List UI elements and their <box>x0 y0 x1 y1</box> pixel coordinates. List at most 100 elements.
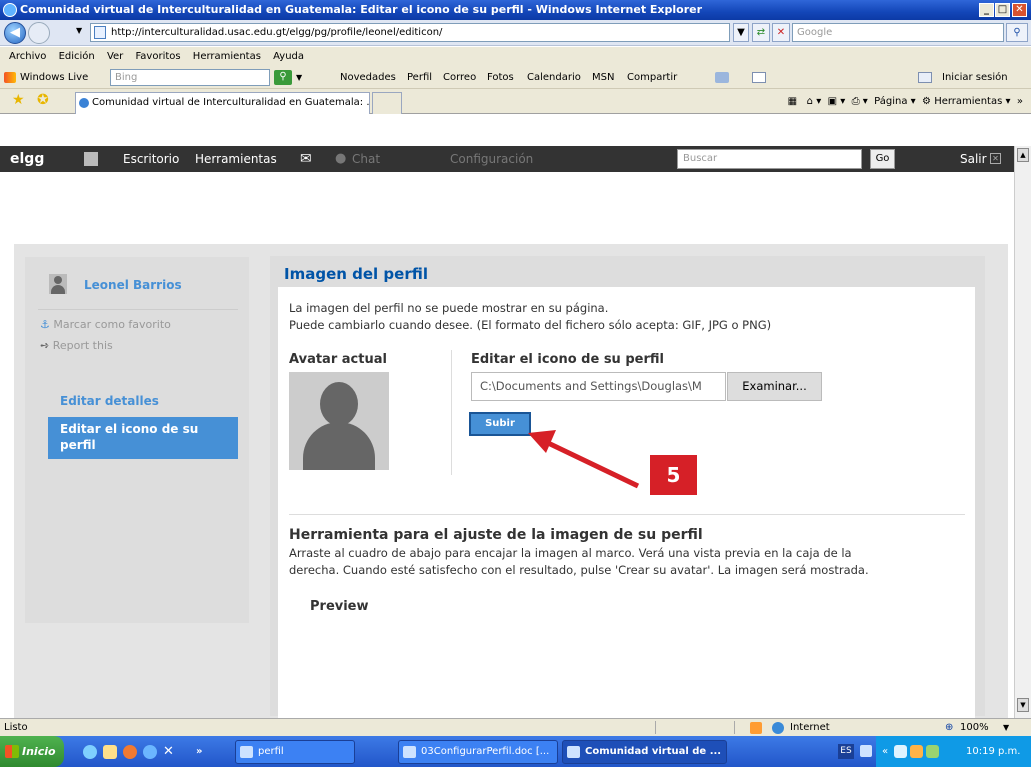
page-content: Leonel Barrios ⚓ Marcar como favorito ➺ … <box>0 172 1014 720</box>
tray-security-icon[interactable] <box>926 745 939 758</box>
menu-ayuda[interactable]: Ayuda <box>273 51 304 62</box>
status-bar: Listo Internet ⊕ 100% ▼ <box>0 718 1031 736</box>
windows-live-label[interactable]: Windows Live <box>20 66 88 89</box>
menu-edicion[interactable]: Edición <box>59 51 95 62</box>
quicklaunch-ie-icon[interactable] <box>83 745 97 759</box>
stop-icon[interactable]: ✕ <box>772 23 790 42</box>
clock: 10:19 p.m. <box>966 746 1021 757</box>
sidebar-item-edit-details[interactable]: Editar detalles <box>60 394 159 408</box>
nav-configuracion[interactable]: Configuración <box>450 146 533 172</box>
back-icon[interactable]: ◀ <box>4 22 26 44</box>
quicklaunch-media-icon[interactable] <box>123 745 137 759</box>
elgg-topbar: elgg Escritorio Herramientas ✉ ● Chat Co… <box>0 146 1014 172</box>
file-path-input[interactable]: C:\Documents and Settings\Douglas\M <box>471 372 726 401</box>
new-tab-button[interactable] <box>372 92 402 114</box>
network-icon[interactable] <box>894 745 907 758</box>
command-bar: ▦ ⌂ ▾ ▣ ▾ ⎙ ▾ Página ▾ ⚙ Herramientas ▾ … <box>787 96 1023 107</box>
window-title-bar: Comunidad virtual de Interculturalidad e… <box>0 0 1031 20</box>
logout-link[interactable]: Salir <box>960 146 987 172</box>
maximize-button[interactable]: □ <box>995 3 1010 17</box>
bing-search-input[interactable]: Bing <box>110 69 270 86</box>
wl-link-perfil[interactable]: Perfil <box>407 66 432 89</box>
zoom-icon[interactable]: ⊕ <box>945 719 953 736</box>
printer-tray-icon[interactable] <box>860 745 872 757</box>
browse-button[interactable]: Examinar... <box>727 372 822 401</box>
feeds-icon[interactable]: ▣ <box>828 96 837 107</box>
internet-zone-icon <box>772 722 784 734</box>
owner-avatar[interactable] <box>49 274 67 294</box>
taskbar-doc[interactable]: 03ConfigurarPerfil.doc [... <box>398 740 558 764</box>
vertical-scrollbar[interactable]: ▲ ▼ <box>1014 146 1031 718</box>
logout-icon[interactable]: ✕ <box>990 153 1001 164</box>
scroll-down-icon[interactable]: ▼ <box>1017 698 1029 712</box>
wl-link-novedades[interactable]: Novedades <box>340 66 396 89</box>
favorites-star-icon[interactable]: ★ <box>12 92 25 108</box>
web-search-input[interactable]: Google <box>792 23 1004 42</box>
tab-active[interactable]: Comunidad virtual de Interculturalidad e… <box>75 92 370 114</box>
url-input[interactable]: http://interculturalidad.usac.edu.gt/elg… <box>90 23 730 42</box>
people-icon[interactable] <box>715 72 729 83</box>
info-line-1: La imagen del perfil no se puede mostrar… <box>289 301 609 315</box>
tray-alert-icon[interactable] <box>910 745 923 758</box>
crop-tool-line-2: derecha. Cuando esté satisfecho con el r… <box>289 563 869 577</box>
taskbar-folder-perfil[interactable]: perfil <box>235 740 355 764</box>
quicklaunch-desktop-icon[interactable] <box>103 745 117 759</box>
search-icon[interactable]: ⚲ <box>1006 23 1028 42</box>
quick-tabs-icon[interactable]: ▦ <box>788 96 797 107</box>
messages-icon[interactable]: ✉ <box>300 146 312 172</box>
crop-tool-heading: Herramienta para el ajuste de la imagen … <box>289 527 703 543</box>
go-button[interactable]: Go <box>870 149 895 169</box>
home-icon[interactable]: ⌂ <box>807 96 813 107</box>
signin-icon <box>918 72 932 83</box>
annotation-arrow <box>528 430 640 489</box>
forward-icon[interactable] <box>28 22 50 44</box>
system-tray: « 10:19 p.m. <box>876 736 1031 767</box>
edit-icon-heading: Editar el icono de su perfil <box>471 352 664 367</box>
nav-escritorio[interactable]: Escritorio <box>123 146 179 172</box>
status-panels <box>655 721 735 734</box>
wl-link-calendario[interactable]: Calendario <box>527 66 581 89</box>
wl-link-compartir[interactable]: Compartir <box>627 66 677 89</box>
zoom-level[interactable]: 100% <box>960 719 989 736</box>
language-indicator[interactable]: ES <box>838 744 854 759</box>
sidebar-item-edit-icon[interactable]: Editar el icono de su perfil <box>48 417 238 459</box>
elgg-search-input[interactable]: Buscar <box>677 149 862 169</box>
current-avatar-image <box>289 372 389 470</box>
bing-dropdown-icon[interactable]: ▼ <box>296 66 302 89</box>
menu-ver[interactable]: Ver <box>107 51 123 62</box>
tray-expand[interactable]: « <box>882 736 888 767</box>
quicklaunch-more[interactable]: » <box>196 736 202 767</box>
quicklaunch-ie2-icon[interactable] <box>143 745 157 759</box>
tools-menu[interactable]: Herramientas <box>934 96 1002 107</box>
scroll-up-icon[interactable]: ▲ <box>1017 148 1029 162</box>
zoom-dropdown-icon[interactable]: ▼ <box>1003 719 1009 736</box>
wl-link-correo[interactable]: Correo <box>443 66 476 89</box>
report-link[interactable]: ➺ Report this <box>40 339 113 352</box>
messenger-icon[interactable] <box>752 72 766 83</box>
nav-chat[interactable]: Chat <box>352 146 380 172</box>
elgg-logo[interactable]: elgg <box>10 146 44 172</box>
refresh-icon[interactable]: ⇄ <box>752 23 770 42</box>
menu-favoritos[interactable]: Favoritos <box>135 51 180 62</box>
close-button[interactable]: ✕ <box>1012 3 1027 17</box>
signin-link[interactable]: Iniciar sesión <box>942 66 1008 89</box>
add-favorites-icon[interactable]: ✪ <box>37 92 49 108</box>
bing-search-icon[interactable]: ⚲ <box>274 70 292 85</box>
quicklaunch-tool-icon[interactable]: ✕ <box>163 745 177 759</box>
history-dropdown-icon[interactable]: ▼ <box>76 26 82 35</box>
nav-herramientas[interactable]: Herramientas <box>195 146 277 172</box>
zone-text: Internet <box>790 722 830 733</box>
wl-link-fotos[interactable]: Fotos <box>487 66 514 89</box>
taskbar-ie-window[interactable]: Comunidad virtual de ... <box>562 740 727 764</box>
owner-name-link[interactable]: Leonel Barrios <box>84 278 182 292</box>
user-avatar-icon[interactable] <box>84 152 98 166</box>
menu-archivo[interactable]: Archivo <box>9 51 46 62</box>
start-button[interactable]: Inicio <box>0 736 64 767</box>
print-icon[interactable]: ⎙ <box>852 96 860 107</box>
minimize-button[interactable]: _ <box>979 3 994 17</box>
wl-link-msn[interactable]: MSN <box>592 66 614 89</box>
page-menu[interactable]: Página <box>874 96 907 107</box>
url-dropdown-button[interactable]: ▼ <box>733 23 749 42</box>
menu-herramientas[interactable]: Herramientas <box>193 51 261 62</box>
favorite-link[interactable]: ⚓ Marcar como favorito <box>40 318 171 331</box>
